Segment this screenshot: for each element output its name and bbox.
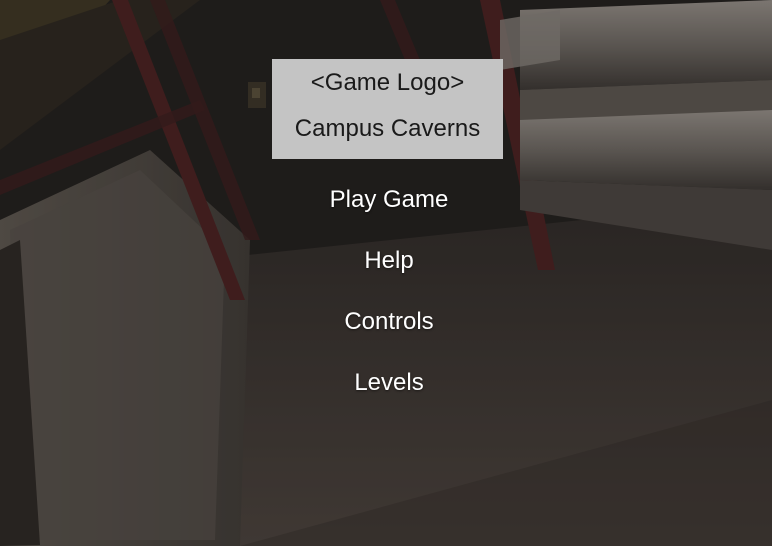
game-logo-placeholder: <Game Logo> xyxy=(310,69,465,96)
levels-button[interactable]: Levels xyxy=(286,363,492,403)
help-button[interactable]: Help xyxy=(286,241,492,281)
game-title: Campus Caverns xyxy=(294,115,481,142)
main-menu-screen: <Game Logo> Campus Caverns Play Game Hel… xyxy=(0,0,772,546)
controls-button[interactable]: Controls xyxy=(286,302,492,342)
game-logo-panel: <Game Logo> Campus Caverns xyxy=(272,59,503,159)
play-game-button[interactable]: Play Game xyxy=(286,180,492,220)
